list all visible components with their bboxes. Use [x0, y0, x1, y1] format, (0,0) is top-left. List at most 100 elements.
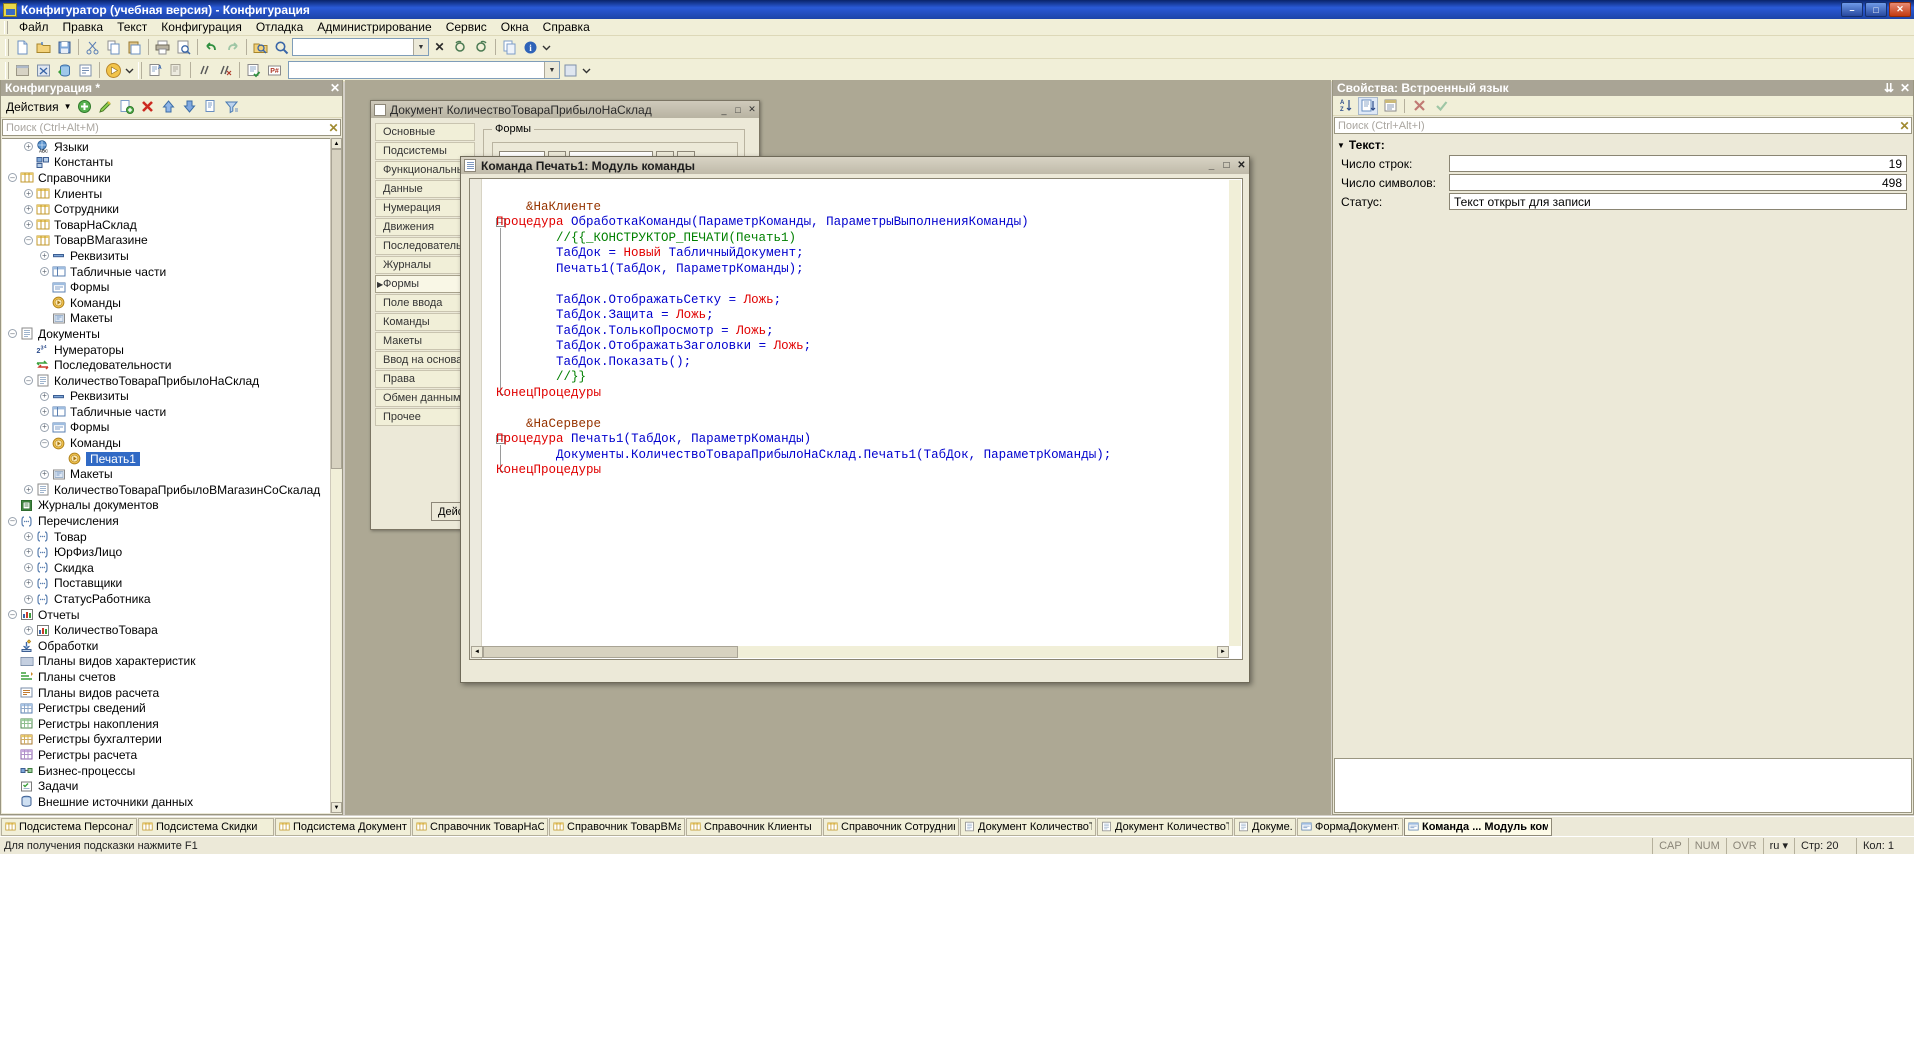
status-language[interactable]: ru ▾ — [1762, 837, 1794, 854]
taskbar-button[interactable]: Справочник Сотрудники — [823, 817, 959, 836]
print-icon[interactable] — [152, 37, 173, 57]
show-description-icon[interactable] — [1380, 97, 1400, 115]
tree-node[interactable]: + Табличные части — [2, 264, 332, 280]
tree-node[interactable]: Регистры расчета — [2, 747, 332, 763]
maximize-button[interactable]: □ — [1865, 2, 1887, 17]
pin-icon[interactable]: ⇊ — [1881, 81, 1897, 95]
tree-node[interactable]: + СтатусРаботника — [2, 591, 332, 607]
tree-node[interactable]: Команды — [2, 295, 332, 311]
tree-node[interactable]: + ABC Языки — [2, 139, 332, 155]
actions-menu-button[interactable]: Действия — [4, 100, 61, 114]
property-value[interactable]: 19 — [1449, 155, 1907, 172]
expand-icon[interactable]: + — [38, 249, 51, 262]
editor-folding-column[interactable]: – – — [482, 179, 505, 659]
clear-search-icon[interactable]: ✕ — [327, 121, 340, 135]
close-icon[interactable]: ✕ — [328, 81, 342, 95]
taskbar-button[interactable]: Справочник ТоварВМагази... — [549, 817, 685, 836]
tree-node[interactable]: + ЮрФизЛицо — [2, 544, 332, 560]
taskbar-button[interactable]: Справочник ТоварНаСклад — [412, 817, 548, 836]
move-up-icon[interactable] — [159, 97, 179, 116]
menu-configuration[interactable]: Конфигурация — [154, 19, 249, 35]
start-debug-icon[interactable] — [103, 60, 124, 80]
tree-node[interactable]: – Перечисления — [2, 513, 332, 529]
tree-node[interactable]: Бизнес-процессы — [2, 763, 332, 779]
tree-node[interactable]: 2 3 4 Нумераторы — [2, 342, 332, 358]
tree-node[interactable]: + Формы — [2, 420, 332, 436]
expand-icon[interactable]: + — [22, 187, 35, 200]
toolbar-grip[interactable] — [5, 38, 9, 56]
tree-node[interactable]: + Макеты — [2, 466, 332, 482]
taskbar-button[interactable]: Подсистема Документы — [275, 817, 411, 836]
editor-horizontal-scrollbar[interactable]: ◄ ► — [471, 646, 1229, 658]
tree-node[interactable]: – Команды — [2, 435, 332, 451]
tree-node[interactable]: Регистры накопления — [2, 716, 332, 732]
collapse-icon[interactable]: – — [6, 327, 19, 340]
global-search-icon[interactable]: Р# — [264, 60, 285, 80]
expand-icon[interactable]: + — [22, 624, 35, 637]
expand-icon[interactable]: + — [38, 468, 51, 481]
tree-node[interactable]: Обработки — [2, 638, 332, 654]
properties-group-header[interactable]: ▼ Текст: — [1333, 135, 1913, 154]
search-icon[interactable] — [271, 37, 292, 57]
tree-node[interactable]: + КоличествоТовара — [2, 622, 332, 638]
tree-node[interactable]: + КоличествоТовараПрибылоВМагазинСоСкалад — [2, 482, 332, 498]
scroll-left-arrow-icon[interactable]: ◄ — [471, 646, 483, 658]
expand-icon[interactable]: + — [22, 561, 35, 574]
tree-node[interactable]: + Реквизиты — [2, 389, 332, 405]
module-close-button[interactable]: ✕ — [1234, 159, 1249, 173]
editor-vertical-scrollbar[interactable] — [1229, 180, 1241, 646]
syntax-assistant-icon[interactable] — [243, 60, 264, 80]
properties-icon[interactable] — [201, 97, 221, 116]
redo-icon[interactable] — [222, 37, 243, 57]
add-copy-icon[interactable] — [117, 97, 137, 116]
expand-icon[interactable]: + — [38, 390, 51, 403]
tree-search-row[interactable]: Поиск (Ctrl+Alt+M) ✕ — [2, 119, 341, 136]
minimize-button[interactable]: – — [1841, 2, 1863, 17]
tree-node[interactable]: Формы — [2, 279, 332, 295]
tree-node[interactable]: Задачи — [2, 778, 332, 794]
tree-node[interactable]: Журналы документов — [2, 498, 332, 514]
config-list-icon[interactable] — [75, 60, 96, 80]
new-document-icon[interactable] — [12, 37, 33, 57]
tree-node[interactable]: + Клиенты — [2, 186, 332, 202]
menu-debug[interactable]: Отладка — [249, 19, 310, 35]
taskbar-button[interactable]: Команда ... Модуль команды — [1404, 817, 1552, 836]
collapse-icon[interactable]: – — [6, 171, 19, 184]
tree-node[interactable]: + Сотрудники — [2, 201, 332, 217]
expand-icon[interactable]: + — [22, 203, 35, 216]
expand-icon[interactable]: + — [22, 483, 35, 496]
tree-node[interactable]: – Справочники — [2, 170, 332, 186]
copy-window-icon[interactable] — [499, 37, 520, 57]
expand-icon[interactable]: + — [38, 421, 51, 434]
chevron-down-icon[interactable]: ▼ — [62, 102, 74, 111]
taskbar-button[interactable]: Докуме... — [1234, 817, 1296, 836]
tree-node[interactable]: Последовательности — [2, 357, 332, 373]
menu-service[interactable]: Сервис — [439, 19, 494, 35]
syntax-check-icon[interactable]: A — [145, 60, 166, 80]
edit-icon[interactable] — [96, 97, 116, 116]
config-window-icon[interactable] — [12, 60, 33, 80]
document-tab[interactable]: Основные — [375, 123, 475, 141]
tree-node[interactable]: + Товар — [2, 529, 332, 545]
expand-icon[interactable]: + — [38, 405, 51, 418]
taskbar-button[interactable]: Документ КоличествоТова... — [1097, 817, 1233, 836]
tree-node[interactable]: Планы счетов — [2, 669, 332, 685]
close-icon[interactable]: ✕ — [1897, 81, 1913, 95]
config-combo-input[interactable] — [289, 62, 544, 78]
tree-node[interactable]: + Поставщики — [2, 576, 332, 592]
menubar-grip[interactable] — [4, 20, 8, 34]
document-close-button[interactable]: ✕ — [745, 103, 759, 116]
scrollbar-thumb[interactable] — [331, 149, 342, 469]
find-next-icon[interactable] — [471, 37, 492, 57]
expand-icon[interactable]: + — [38, 265, 51, 278]
toolbar-grip[interactable] — [138, 61, 142, 79]
tree-node[interactable]: Константы — [2, 155, 332, 171]
property-value[interactable]: 498 — [1449, 174, 1907, 191]
tree-node[interactable]: + ТоварНаСклад — [2, 217, 332, 233]
configuration-tree[interactable]: + ABC Языки Константы – Справочники + Клиенты + С… — [2, 138, 332, 813]
tree-node[interactable]: + Скидка — [2, 560, 332, 576]
copy-icon[interactable] — [103, 37, 124, 57]
sort-az-icon[interactable]: AZ — [1336, 97, 1356, 115]
info-icon[interactable]: i — [520, 37, 541, 57]
scroll-down-arrow-icon[interactable]: ▼ — [331, 802, 342, 813]
